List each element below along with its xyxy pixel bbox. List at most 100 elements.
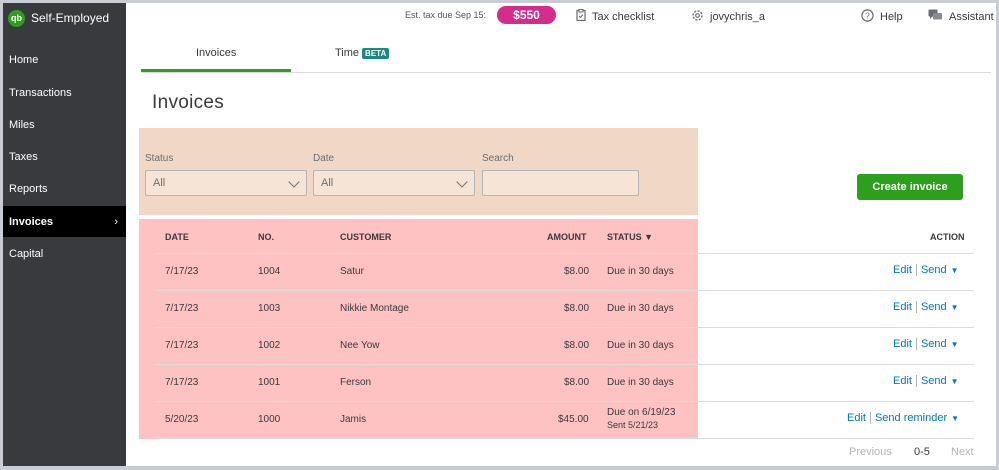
cell-no: 1002: [258, 340, 281, 351]
top-bar: Est. tax due Sep 15: $550 Tax checklist …: [126, 3, 996, 27]
divider: [915, 338, 917, 350]
send-link[interactable]: Send: [921, 301, 947, 313]
tab-invoices[interactable]: Invoices: [196, 47, 236, 59]
sidebar-item-reports[interactable]: Reports: [3, 173, 126, 204]
edit-link[interactable]: Edit: [847, 412, 866, 424]
sidebar-item-invoices[interactable]: Invoices ›: [3, 206, 126, 237]
cell-status: Due in 30 days: [607, 303, 674, 314]
edit-link[interactable]: Edit: [893, 264, 912, 276]
sidebar-item-taxes[interactable]: Taxes: [3, 141, 126, 172]
svg-text:?: ?: [865, 11, 870, 21]
quickbooks-logo-icon: qb: [8, 9, 25, 27]
dropdown-arrow-icon[interactable]: ▼: [951, 377, 959, 386]
sidebar-item-label: Invoices: [9, 215, 54, 228]
column-header-customer[interactable]: CUSTOMER: [340, 232, 391, 242]
search-input[interactable]: [482, 170, 639, 196]
search-label: Search: [482, 153, 514, 164]
date-select[interactable]: All: [313, 170, 475, 196]
page-range: 0-5: [914, 446, 930, 458]
cell-no: 1004: [258, 266, 281, 277]
edit-link[interactable]: Edit: [893, 375, 912, 387]
cell-no: 1000: [258, 414, 281, 425]
column-header-action: ACTION: [930, 232, 965, 242]
edit-link[interactable]: Edit: [893, 301, 912, 313]
brand-name: Self-Employed: [31, 11, 110, 25]
question-circle-icon: ?: [861, 9, 874, 25]
brand[interactable]: qb Self-Employed: [3, 3, 126, 33]
tab-time[interactable]: Time BETA: [335, 47, 390, 59]
send-reminder-link[interactable]: Send reminder: [875, 412, 947, 424]
assistant-label: Assistant: [949, 11, 994, 23]
row-actions: Edit Send ▼: [893, 264, 959, 276]
dropdown-arrow-icon[interactable]: ▼: [951, 414, 959, 423]
tax-checklist-label: Tax checklist: [592, 10, 655, 23]
cell-date: 7/17/23: [165, 340, 199, 351]
date-filter-label: Date: [313, 153, 335, 164]
column-header-status[interactable]: STATUS ▼: [607, 232, 653, 242]
sidebar-item-miles[interactable]: Miles: [3, 109, 126, 140]
cell-amount: $45.00: [558, 414, 589, 425]
user-name: jovychris_a: [710, 11, 766, 23]
status-filter-label: Status: [145, 153, 174, 164]
tab-divider: [141, 72, 991, 73]
create-invoice-button[interactable]: Create invoice: [857, 174, 963, 200]
date-select-value: All: [321, 177, 334, 189]
tax-amount-badge[interactable]: $550: [497, 6, 556, 24]
divider: [915, 264, 917, 276]
divider: [915, 301, 917, 313]
cell-customer: Satur: [340, 266, 364, 277]
divider: [915, 375, 917, 387]
cell-status-sent: Sent 5/21/23: [607, 420, 659, 430]
cell-amount: $8.00: [564, 303, 590, 314]
tax-due-label: Est. tax due Sep 15:: [405, 10, 487, 20]
user-menu[interactable]: jovychris_a: [691, 9, 765, 25]
cell-no: 1001: [258, 377, 281, 388]
chat-icon: [928, 9, 943, 25]
cell-date: 7/17/23: [165, 303, 199, 314]
send-link[interactable]: Send: [921, 338, 947, 350]
beta-badge: BETA: [362, 47, 390, 59]
help-button[interactable]: ? Help: [861, 9, 903, 25]
divider: [869, 412, 871, 424]
dropdown-arrow-icon[interactable]: ▼: [951, 303, 959, 312]
dropdown-arrow-icon[interactable]: ▼: [951, 266, 959, 275]
cell-customer: Nee Yow: [340, 340, 380, 351]
cell-status: Due in 30 days: [607, 266, 674, 277]
cell-customer: Ferson: [340, 377, 372, 388]
cell-status: Due in 30 days: [607, 377, 674, 388]
row-actions: Edit Send ▼: [893, 338, 959, 350]
tab-time-label: Time: [335, 47, 360, 59]
row-divider: [155, 253, 974, 254]
cell-amount: $8.00: [564, 266, 590, 277]
sidebar-item-capital[interactable]: Capital: [3, 238, 126, 269]
cell-status: Due in 30 days: [607, 340, 674, 351]
tax-checklist-link[interactable]: Tax checklist: [576, 9, 654, 24]
cell-amount: $8.00: [564, 377, 590, 388]
dropdown-arrow-icon[interactable]: ▼: [951, 340, 959, 349]
send-link[interactable]: Send: [921, 375, 947, 387]
cell-date: 5/20/23: [165, 414, 199, 425]
row-divider: [155, 401, 974, 402]
chevron-down-icon: [288, 176, 300, 188]
column-header-no[interactable]: NO.: [258, 232, 274, 242]
row-actions: Edit Send ▼: [893, 375, 959, 387]
status-select[interactable]: All: [145, 170, 307, 196]
send-link[interactable]: Send: [921, 264, 947, 276]
assistant-button[interactable]: Assistant: [928, 9, 994, 25]
previous-page-button[interactable]: Previous: [849, 446, 892, 458]
cell-no: 1003: [258, 303, 281, 314]
sidebar-item-home[interactable]: Home: [3, 44, 126, 75]
row-divider: [155, 438, 974, 439]
next-page-button[interactable]: Next: [951, 446, 974, 458]
cell-date: 7/17/23: [165, 377, 199, 388]
column-header-amount[interactable]: AMOUNT: [547, 232, 587, 242]
column-header-date[interactable]: DATE: [165, 232, 189, 242]
chevron-down-icon: [456, 176, 468, 188]
row-divider: [155, 290, 974, 291]
clipboard-icon: [576, 9, 586, 24]
page-title: Invoices: [152, 92, 225, 113]
edit-link[interactable]: Edit: [893, 338, 912, 350]
row-divider: [155, 327, 974, 328]
row-actions: Edit Send reminder ▼: [847, 412, 959, 424]
sidebar-item-transactions[interactable]: Transactions: [3, 77, 126, 108]
